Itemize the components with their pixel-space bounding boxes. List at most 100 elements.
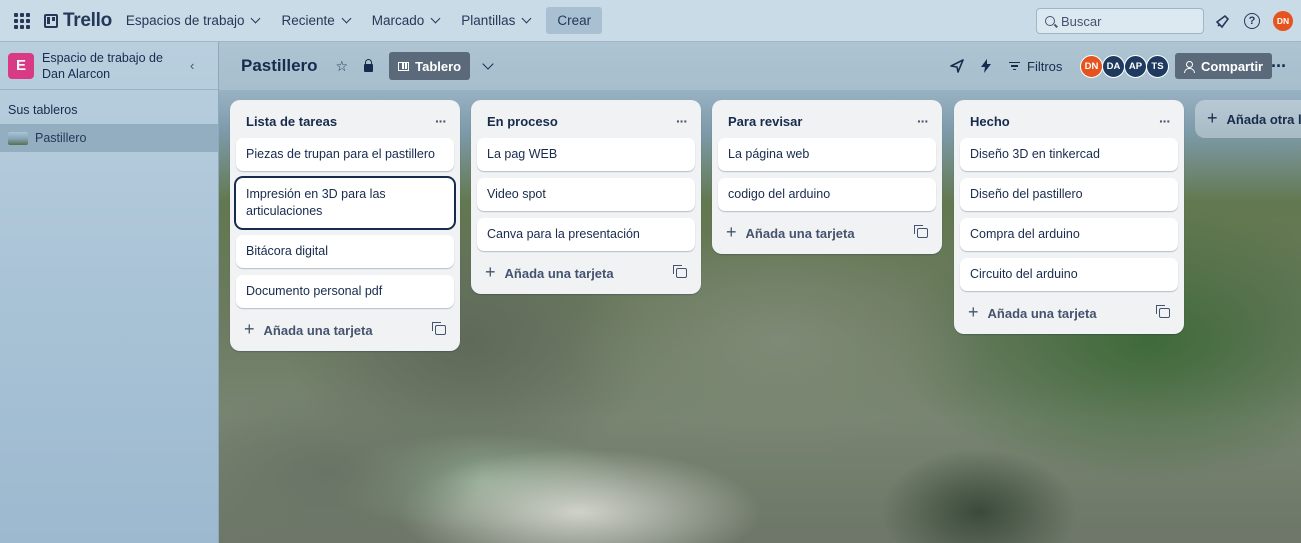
card[interactable]: Diseño 3D en tinkercad [960, 138, 1178, 171]
list-header[interactable]: Para revisar ··· [718, 108, 936, 134]
add-card-button[interactable]: + Añada una tarjeta [968, 301, 1097, 323]
card[interactable]: La página web [718, 138, 936, 171]
add-list-button[interactable]: + Añada otra lista [1195, 100, 1301, 138]
workspace-sidebar: E Espacio de trabajo de Dan Alarcon ‹ Su… [0, 42, 219, 543]
list-hecho: Hecho ··· Diseño 3D en tinkercad Diseño … [954, 100, 1184, 334]
list-actions-icon[interactable]: ··· [676, 113, 688, 129]
add-card-label: Añada una tarjeta [745, 225, 855, 241]
board-view-label: Tablero [415, 58, 462, 74]
plus-icon: + [1207, 107, 1218, 128]
list-lista-de-tareas: Lista de tareas ··· Piezas de trupan par… [230, 100, 460, 351]
list-header[interactable]: Hecho ··· [960, 108, 1178, 134]
sidebar-item-pastillero[interactable]: Pastillero [0, 124, 218, 152]
trello-logo[interactable]: Trello [44, 10, 112, 32]
card-template-icon[interactable] [1156, 305, 1170, 318]
list-en-proceso: En proceso ··· La pag WEB Video spot Can… [471, 100, 701, 294]
automation-icon[interactable] [980, 42, 992, 90]
top-navbar: Trello Espacios de trabajo Reciente Marc… [0, 0, 1301, 42]
trello-logo-icon [44, 13, 58, 28]
workspace-header[interactable]: E Espacio de trabajo de Dan Alarcon ‹ [0, 42, 218, 90]
megaphone-icon[interactable] [1213, 11, 1233, 31]
filters-button[interactable]: Filtros [1009, 42, 1062, 90]
list-header[interactable]: En proceso ··· [477, 108, 695, 134]
list-title: En proceso [487, 113, 558, 129]
card[interactable]: Canva para la presentación [477, 218, 695, 251]
filter-icon [1009, 61, 1020, 72]
card[interactable]: Impresión en 3D para las articulaciones [236, 178, 454, 228]
app-switcher-icon[interactable] [12, 11, 32, 31]
member-avatar[interactable]: DN [1080, 55, 1103, 78]
collapse-sidebar-icon[interactable]: ‹ [190, 58, 204, 73]
add-card-row: + Añada una tarjeta [236, 315, 454, 345]
workspace-name: Espacio de trabajo de Dan Alarcon [42, 50, 163, 81]
search-icon [1045, 16, 1055, 26]
create-button[interactable]: Crear [546, 7, 603, 34]
chevron-down-icon [521, 13, 532, 24]
card-template-icon[interactable] [673, 265, 687, 278]
add-card-label: Añada una tarjeta [263, 322, 373, 338]
sidebar-item-label: Pastillero [35, 131, 87, 145]
star-icon[interactable]: ☆ [336, 58, 349, 75]
card[interactable]: Diseño del pastillero [960, 178, 1178, 211]
list-title: Para revisar [728, 113, 803, 129]
list-title: Lista de tareas [246, 113, 338, 129]
chevron-down-icon [430, 13, 441, 24]
member-avatar[interactable]: TS [1146, 55, 1169, 78]
add-card-row: + Añada una tarjeta [477, 258, 695, 288]
nav-workspaces-label: Espacios de trabajo [125, 13, 245, 28]
nav-starred-label: Marcado [371, 13, 425, 28]
list-header[interactable]: Lista de tareas ··· [236, 108, 454, 134]
add-card-button[interactable]: + Añada una tarjeta [726, 222, 855, 243]
help-icon[interactable]: ? [1242, 11, 1262, 31]
list-para-revisar: Para revisar ··· La página web codigo de… [712, 100, 942, 254]
card[interactable]: La pag WEB [477, 138, 695, 171]
search-placeholder: Buscar [1061, 13, 1102, 29]
add-card-row: + Añada una tarjeta [718, 218, 936, 248]
nav-workspaces[interactable]: Espacios de trabajo [125, 13, 261, 28]
person-icon [1184, 60, 1195, 73]
add-card-label: Añada una tarjeta [504, 265, 614, 281]
nav-recent-label: Reciente [281, 13, 335, 28]
nav-templates[interactable]: Plantillas [461, 13, 532, 28]
card-template-icon[interactable] [914, 225, 928, 238]
plus-icon: + [244, 318, 255, 339]
member-avatar[interactable]: AP [1124, 55, 1147, 78]
card[interactable]: Bitácora digital [236, 235, 454, 268]
more-menu-icon[interactable]: ··· [1271, 56, 1287, 77]
nav-templates-label: Plantillas [461, 13, 516, 28]
add-card-button[interactable]: + Añada una tarjeta [485, 262, 614, 283]
add-list-label: Añada otra lista [1226, 111, 1301, 127]
power-ups-icon[interactable] [950, 42, 964, 90]
list-title: Hecho [970, 113, 1010, 129]
list-actions-icon[interactable]: ··· [917, 113, 929, 129]
board-view-button[interactable]: Tablero [389, 52, 471, 80]
card[interactable]: Compra del arduino [960, 218, 1178, 251]
chevron-down-icon [341, 13, 352, 24]
board-title[interactable]: Pastillero [241, 56, 318, 76]
card[interactable]: codigo del arduino [718, 178, 936, 211]
board-thumbnail [8, 131, 28, 145]
lock-icon[interactable] [364, 59, 374, 72]
nav-starred[interactable]: Marcado [371, 13, 441, 28]
boards-heading: Sus tableros [8, 103, 78, 117]
list-actions-icon[interactable]: ··· [435, 113, 447, 129]
card[interactable]: Circuito del arduino [960, 258, 1178, 291]
user-avatar[interactable]: DN [1273, 11, 1293, 31]
chevron-down-icon [251, 13, 261, 24]
share-label: Compartir [1201, 58, 1264, 74]
filters-label: Filtros [1027, 58, 1063, 74]
chevron-down-icon[interactable] [480, 58, 496, 74]
workspace-avatar: E [8, 52, 34, 79]
list-actions-icon[interactable]: ··· [1159, 113, 1171, 129]
card-template-icon[interactable] [432, 322, 446, 335]
member-avatar[interactable]: DA [1102, 55, 1125, 78]
card[interactable]: Video spot [477, 178, 695, 211]
plus-icon: + [968, 301, 979, 322]
add-card-button[interactable]: + Añada una tarjeta [244, 318, 373, 340]
nav-recent[interactable]: Reciente [281, 13, 352, 28]
card[interactable]: Documento personal pdf [236, 275, 454, 308]
share-button[interactable]: Compartir [1175, 53, 1273, 79]
card[interactable]: Piezas de trupan para el pastillero [236, 138, 454, 171]
search-input[interactable]: Buscar [1036, 8, 1204, 34]
board-view-icon [398, 61, 410, 71]
